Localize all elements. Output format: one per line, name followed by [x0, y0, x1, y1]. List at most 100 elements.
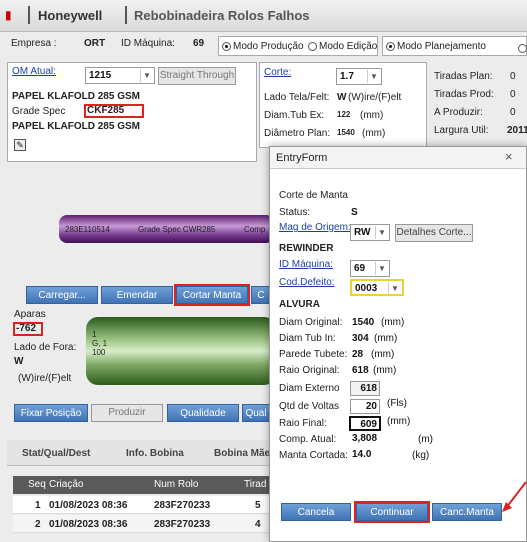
cancela-button[interactable]: Cancela: [281, 503, 351, 521]
tiradas-plan-label: Tiradas Plan:: [434, 71, 493, 82]
lado-value: W: [337, 92, 347, 103]
mag-origem-link[interactable]: Mag de Origem:: [279, 222, 351, 233]
tiradas-prod-label: Tiradas Prod:: [434, 89, 494, 100]
alvura-heading: ALVURA: [279, 299, 320, 310]
largura-util-label: Largura Util:: [434, 125, 489, 136]
modo-edicao-radio[interactable]: Modo Edição: [308, 41, 377, 52]
tab-stat-qual-dest[interactable]: Stat/Qual/Dest: [22, 448, 90, 459]
om-atual-link[interactable]: OM Atual:: [12, 66, 56, 77]
a-produzir-value: 0: [510, 107, 516, 118]
diam-tub-value: 122: [337, 110, 351, 119]
col-num-rolo[interactable]: Num Rolo: [154, 479, 198, 490]
parede-unit: (mm): [371, 349, 395, 360]
lado-fora-suffix: (W)ire/(F)elt: [18, 373, 72, 384]
corte-select[interactable]: 1.7 ▼: [336, 68, 382, 85]
divider: [28, 6, 30, 24]
grade-spec-value: CKF285: [84, 104, 144, 118]
qual-button[interactable]: Qual: [242, 404, 270, 422]
id-maquina-link[interactable]: ID Máquina:: [279, 259, 333, 270]
emendar-button[interactable]: Emendar: [101, 286, 173, 304]
qualidade-button[interactable]: Qualidade: [167, 404, 239, 422]
comp-atual-unit: (m): [418, 434, 433, 445]
status-label: Status:: [279, 207, 311, 218]
detalhes-corte-button[interactable]: Detalhes Corte...: [395, 224, 473, 242]
manta-cortada-value: 14.0: [352, 449, 372, 460]
raio-final-field[interactable]: 609: [349, 416, 381, 431]
roll-line-3: 100: [92, 348, 106, 357]
close-icon[interactable]: ×: [505, 149, 513, 164]
diam-tub-in-label: Diam Tub In:: [279, 333, 336, 344]
radio-icon: [386, 41, 395, 51]
chevron-down-icon: ▼: [375, 226, 388, 239]
aparas-label: Aparas: [14, 309, 46, 320]
id-maquina-value: 69: [354, 263, 366, 274]
row-seq: 2: [35, 519, 41, 530]
row-seq: 1: [35, 500, 41, 511]
roll-line-2: G, 1: [92, 339, 108, 348]
diam-plan-value: 1540: [337, 128, 355, 137]
empresa-value: ORT: [84, 38, 106, 49]
maquina-label: ID Máquina:: [121, 38, 175, 49]
grade-spec-label: Grade Spec: [12, 106, 66, 117]
section-title: Corte de Manta: [279, 190, 348, 201]
parede-value: 28: [352, 349, 364, 360]
lado-label: Lado Tela/Felt:: [264, 92, 330, 103]
diam-tub-in-value: 304: [352, 333, 369, 344]
cod-defeito-select[interactable]: 0003 ▼: [350, 279, 404, 296]
cod-defeito-link[interactable]: Cod.Defeito:: [279, 277, 335, 288]
empresa-label: Empresa :: [11, 38, 57, 49]
maquina-value: 69: [193, 38, 205, 49]
roll-line-1: 1: [92, 330, 97, 339]
radio-icon: [222, 41, 231, 51]
menu-icon[interactable]: ▮: [5, 9, 17, 21]
om-value: 1215: [89, 70, 112, 81]
row-rolo: 283F270233: [154, 500, 211, 511]
mag-origem-select[interactable]: RW ▼: [350, 224, 390, 241]
chevron-down-icon: ▼: [140, 69, 153, 82]
row-criacao: 01/08/2023 08:36: [49, 519, 128, 530]
corte-link[interactable]: Corte:: [264, 67, 291, 78]
qtd-voltas-label: Qtd de Voltas: [279, 401, 340, 412]
a-produzir-label: A Produzir:: [434, 107, 483, 118]
diam-tub-unit: (mm): [360, 110, 384, 121]
qtd-voltas-unit: (Fls): [387, 398, 407, 409]
cod-defeito-value: 0003: [355, 283, 378, 294]
continuar-button[interactable]: Continuar: [354, 501, 430, 523]
col-criacao[interactable]: Criação: [49, 479, 83, 490]
dialog-title: EntryForm: [276, 152, 328, 164]
diam-externo-field[interactable]: 618: [350, 381, 380, 396]
rewinder-heading: REWINDER: [279, 243, 334, 254]
om-select[interactable]: 1215 ▼: [85, 67, 155, 84]
row-tiradas: 4: [255, 519, 261, 530]
col-tiradas[interactable]: Tirad: [244, 479, 266, 490]
tiradas-prod-value: 0: [510, 89, 516, 100]
chevron-down-icon: ▼: [388, 282, 401, 295]
manta-cortada-label: Manta Cortada:: [279, 450, 348, 461]
product-name: PAPEL KLAFOLD 285 GSM: [12, 91, 140, 102]
roll-comp: Comp: [244, 225, 266, 234]
c-button[interactable]: C: [251, 286, 271, 304]
carregar-button[interactable]: Carregar...: [26, 286, 98, 304]
diam-plan-unit: (mm): [362, 128, 386, 139]
tab-bobina-mae[interactable]: Bobina Mãe: [214, 448, 270, 459]
edit-icon[interactable]: ✎: [14, 139, 26, 151]
diam-original-label: Diam Original:: [279, 317, 343, 328]
produzir-button[interactable]: Produzir: [91, 404, 163, 422]
qtd-voltas-field[interactable]: 20: [350, 399, 380, 414]
modo-producao-radio[interactable]: Modo Produção: [222, 41, 304, 52]
cortar-manta-button[interactable]: Cortar Manta: [174, 284, 250, 306]
id-maquina-select[interactable]: 69 ▼: [350, 260, 390, 277]
row-criacao: 01/08/2023 08:36: [49, 500, 128, 511]
roll-bar-bottom[interactable]: [86, 317, 276, 385]
radio-icon[interactable]: [518, 42, 527, 54]
canc-manta-button[interactable]: Canc.Manta: [432, 503, 502, 521]
fixar-posicao-button[interactable]: Fixar Posição: [14, 404, 88, 422]
divider: [125, 6, 127, 24]
col-seq[interactable]: Seq: [28, 479, 46, 490]
diam-externo-label: Diam Externo: [279, 383, 340, 394]
straight-through-button[interactable]: Straight Through: [158, 67, 236, 85]
tab-info-bobina[interactable]: Info. Bobina: [126, 448, 184, 459]
annotation-arrow-icon: [502, 481, 527, 512]
modo-planejamento-radio[interactable]: Modo Planejamento: [386, 41, 486, 52]
row-rolo: 283F270233: [154, 519, 211, 530]
